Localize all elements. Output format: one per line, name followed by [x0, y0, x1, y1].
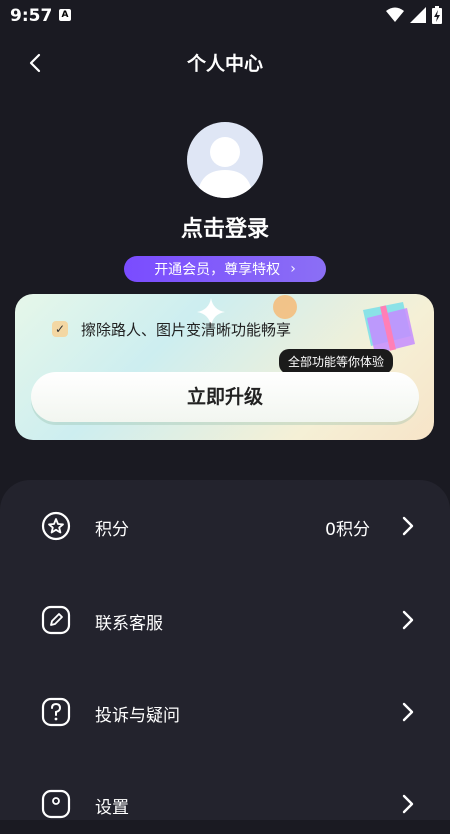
- menu-item-points[interactable]: 积分 0积分: [0, 496, 450, 556]
- page-title: 个人中心: [186, 53, 263, 75]
- pencil-icon: [41, 605, 71, 635]
- login-text[interactable]: 点击登录: [0, 211, 450, 243]
- status-time: 9:57: [10, 6, 53, 26]
- settings-icon: [41, 789, 71, 819]
- menu-label: 设置: [95, 798, 129, 818]
- star-icon: [41, 511, 71, 541]
- avatar[interactable]: [187, 122, 263, 198]
- vip-label: 开通会员，尊享特权: [154, 262, 281, 278]
- promo-card: ✓ 擦除路人、图片变清晰功能畅享 全部功能等你体验 立即升级: [15, 294, 434, 440]
- question-icon: [41, 697, 71, 727]
- orange-orb-icon: [273, 295, 297, 319]
- cell-signal-icon: [410, 7, 426, 23]
- promo-checkbox: ✓: [52, 321, 68, 337]
- menu-item-settings[interactable]: 设置: [0, 774, 450, 834]
- menu-label: 联系客服: [95, 614, 163, 634]
- chevron-right-icon: [402, 794, 414, 814]
- header: 个人中心: [0, 40, 450, 84]
- chevron-right-icon: [402, 516, 414, 536]
- upgrade-button[interactable]: 立即升级: [31, 372, 419, 422]
- user-avatar-icon: [197, 137, 253, 198]
- menu-item-customer-service[interactable]: 联系客服: [0, 590, 450, 650]
- menu-item-complaint[interactable]: 投诉与疑问: [0, 682, 450, 742]
- status-icons: [386, 6, 442, 24]
- menu-label: 投诉与疑问: [95, 706, 180, 726]
- wifi-icon: [386, 7, 404, 22]
- promo-feature-text: 擦除路人、图片变清晰功能畅享: [81, 321, 292, 339]
- chevron-right-icon: [402, 610, 414, 630]
- promo-tooltip: 全部功能等你体验: [279, 349, 394, 374]
- menu-label: 积分: [95, 520, 129, 540]
- menu-sheet: 积分 0积分 联系客服 投诉与疑问 设置: [0, 480, 450, 820]
- chevron-right-icon: ›: [290, 261, 296, 277]
- battery-icon: [432, 6, 442, 24]
- vip-button[interactable]: 开通会员，尊享特权 ›: [124, 256, 326, 282]
- notification-a-icon: A: [59, 9, 71, 21]
- chevron-right-icon: [402, 702, 414, 722]
- status-bar: 9:57 A: [0, 0, 450, 32]
- points-value: 0积分: [325, 520, 370, 540]
